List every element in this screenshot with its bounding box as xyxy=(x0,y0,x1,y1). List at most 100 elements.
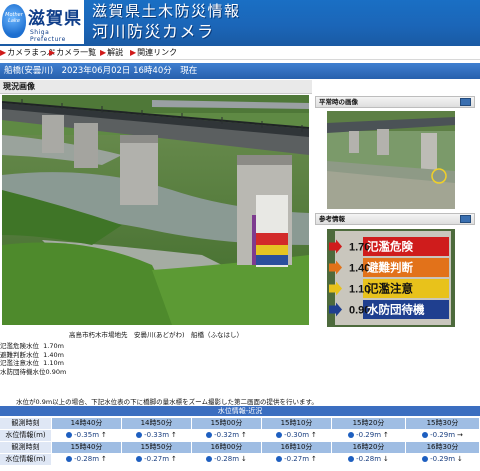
site-title-line2: 河川防災カメラ xyxy=(92,22,215,41)
level-cell: -0.28m ↓ xyxy=(332,454,406,465)
normal-image[interactable] xyxy=(327,111,455,209)
river-bridge-photo xyxy=(2,95,309,325)
site-title-line1: 滋賀県土木防災情報 xyxy=(92,2,241,20)
level-value: -0.27m xyxy=(284,455,310,463)
table-row: 水位情報(m) -0.35m ↑ -0.33m ↑ -0.32m ↑ -0.30m ↑ -0.29… xyxy=(0,430,480,441)
nav-bullet-icon: ▶ xyxy=(130,48,137,57)
trend-arrow-icon: ↑ xyxy=(101,455,107,463)
level-label: 水防団待機水位 xyxy=(0,367,46,376)
level-row-caution: 氾濫注意水位 1.10m xyxy=(0,359,66,368)
water-drop-icon xyxy=(66,432,73,438)
water-drop-icon xyxy=(276,432,283,438)
trend-arrow-icon: ↑ xyxy=(171,455,177,463)
water-drop-icon xyxy=(422,456,429,462)
time-cell: 16時20分 xyxy=(332,442,406,453)
time-cell: 14時50分 xyxy=(122,418,192,429)
mother-lake-logo-icon: Mother Lake xyxy=(2,4,26,38)
time-cell: 16時30分 xyxy=(406,442,480,453)
normal-image-title: 平常時の画像 xyxy=(319,98,358,106)
level-value: -0.28m xyxy=(214,455,240,463)
trend-arrow-icon: ↓ xyxy=(383,455,389,463)
water-level-thresholds: 氾濫危険水位 1.70m 避難判断水位 1.40m 氾濫注意水位 1.10m 水… xyxy=(0,342,66,376)
time-cell: 15時00分 xyxy=(192,418,262,429)
level-cell: -0.32m ↑ xyxy=(192,430,262,441)
level-value: -0.27m xyxy=(144,455,170,463)
trend-arrow-icon: ↑ xyxy=(311,431,317,439)
level-cell: -0.27m ↑ xyxy=(262,454,332,465)
level-value: 0.90m xyxy=(45,367,67,376)
time-cell: 16時00分 xyxy=(192,442,262,453)
level-cell: -0.28m ↓ xyxy=(192,454,262,465)
camera-image xyxy=(2,95,309,325)
nav-camera-list[interactable]: ▶カメラ一覧 xyxy=(49,47,96,59)
trend-arrow-icon: ↑ xyxy=(101,431,107,439)
time-cell: 15時50分 xyxy=(122,442,192,453)
section-current-image: 現況画像 xyxy=(0,80,312,94)
table-row: 水位情報(m) -0.28m ↑ -0.27m ↑ -0.28m ↓ -0.27m ↑ -0.28… xyxy=(0,454,480,465)
gauge-label: 避難判断 xyxy=(367,261,413,275)
reference-gauge-image[interactable]: 1.70 氾濫危険 1.40 避難判断 1.10 氾濫注意 0.90 水防団待機 xyxy=(327,229,455,327)
level-row-evacuation: 避難判断水位 1.40m xyxy=(0,351,66,360)
level-label: 氾濫危険水位 xyxy=(0,342,39,350)
trend-arrow-icon: ↑ xyxy=(311,455,317,463)
water-drop-icon xyxy=(136,432,143,438)
water-drop-icon xyxy=(276,456,283,462)
nav-related-links[interactable]: ▶関連リンク xyxy=(130,47,177,59)
level-value: -0.29m xyxy=(430,431,456,439)
nav-camera-map[interactable]: ▶カメラまっぷ xyxy=(0,47,55,59)
gauge-reference-figure: 1.70氾濫危険1.40避難判断1.10氾濫注意0.90水防団待機 xyxy=(327,229,455,327)
main-nav: ▶カメラまっぷ ▶カメラ一覧 ▶解説 ▶関連リンク xyxy=(0,46,480,60)
page: Mother Lake 滋賀県 Shiga Prefecture 滋賀県土木防災… xyxy=(0,0,480,471)
water-drop-icon xyxy=(136,456,143,462)
level-cell: -0.35m ↑ xyxy=(52,430,122,441)
table-title: 水位情報-近況 xyxy=(0,406,480,416)
row-label: 水位情報(m) xyxy=(0,454,52,465)
level-value: -0.29m xyxy=(356,431,382,439)
row-label: 水位情報(m) xyxy=(0,430,52,441)
level-row-standby: 水防団待機水位0.90m xyxy=(0,368,66,377)
enlarge-icon[interactable] xyxy=(460,215,471,223)
level-value: -0.32m xyxy=(214,431,240,439)
level-cell: -0.33m ↑ xyxy=(122,430,192,441)
water-drop-icon xyxy=(206,456,213,462)
time-cell: 16時10分 xyxy=(262,442,332,453)
level-value: -0.29m xyxy=(430,455,456,463)
time-cell: 15時40分 xyxy=(52,442,122,453)
reference-header: 参考情報 xyxy=(315,213,475,225)
level-label: 避難判断水位 xyxy=(0,350,39,359)
enlarge-icon[interactable] xyxy=(460,98,471,106)
table-row: 観測時刻 14時40分 14時50分 15時00分 15時10分 15時20分 15時30分 xyxy=(0,418,480,429)
nav-bullet-icon: ▶ xyxy=(0,48,7,57)
nav-explanation[interactable]: ▶解説 xyxy=(100,47,123,59)
pref-name: 滋賀県 xyxy=(28,9,82,29)
nav-label: 解説 xyxy=(107,48,124,57)
trend-arrow-icon: ↓ xyxy=(241,455,247,463)
level-value: -0.33m xyxy=(144,431,170,439)
pref-logo[interactable]: Mother Lake 滋賀県 Shiga Prefecture xyxy=(0,0,84,44)
level-cell: -0.28m ↑ xyxy=(52,454,122,465)
trend-arrow-icon: ↓ xyxy=(457,455,463,463)
nav-bullet-icon: ▶ xyxy=(49,48,56,57)
gauge-label: 水防団待機 xyxy=(367,303,425,317)
level-cell: -0.30m ↑ xyxy=(262,430,332,441)
trend-arrow-icon: ↑ xyxy=(241,431,247,439)
level-cell: -0.29m ↑ xyxy=(332,430,406,441)
level-cell: -0.29m → xyxy=(406,430,480,441)
nav-bullet-icon: ▶ xyxy=(100,48,107,57)
nav-label: 関連リンク xyxy=(137,48,178,57)
table-row: 観測時刻 15時40分 15時50分 16時00分 16時10分 16時20分 16時30分 xyxy=(0,442,480,453)
time-cell: 15時30分 xyxy=(406,418,480,429)
site-header: Mother Lake 滋賀県 Shiga Prefecture 滋賀県土木防災… xyxy=(0,0,480,46)
pref-name-en: Shiga Prefecture xyxy=(30,29,66,43)
camera-caption: 高島市朽木市場地先 安曇川(あどがわ) 船橋（ふなはし） xyxy=(68,331,244,339)
trend-arrow-icon: ↑ xyxy=(171,431,177,439)
level-value: 1.10m xyxy=(43,359,64,368)
water-drop-icon xyxy=(348,456,355,462)
time-cell: 14時40分 xyxy=(52,418,122,429)
lake-logo-text: Mother Lake xyxy=(5,12,23,24)
row-label: 観測時刻 xyxy=(0,442,52,453)
level-cell: -0.27m ↑ xyxy=(122,454,192,465)
gauge-label: 氾濫注意 xyxy=(367,282,413,296)
normal-image-header: 平常時の画像 xyxy=(315,96,475,108)
level-label: 氾濫注意水位 xyxy=(0,359,39,368)
